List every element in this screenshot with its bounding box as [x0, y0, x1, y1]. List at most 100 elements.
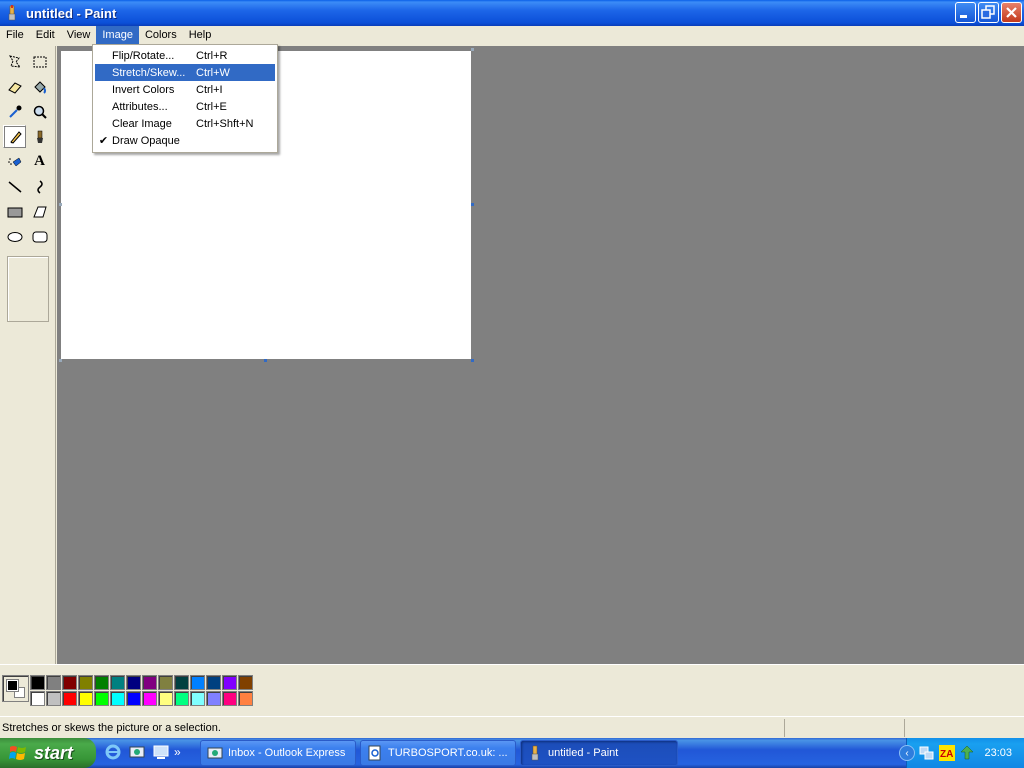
title-bar[interactable]: untitled - Paint [0, 0, 1024, 26]
color-swatch[interactable] [78, 675, 93, 690]
current-colors[interactable] [2, 675, 29, 702]
pencil-icon [9, 130, 22, 144]
taskbar-item-outlook[interactable]: Inbox - Outlook Express [200, 740, 356, 766]
menu-item-stretch-skew[interactable]: Stretch/Skew... Ctrl+W [95, 64, 275, 81]
magnifier-icon [33, 105, 47, 119]
menu-item-flip-rotate[interactable]: Flip/Rotate... Ctrl+R [95, 47, 275, 64]
ie-page-icon [368, 745, 381, 761]
tool-rounded-rectangle[interactable] [28, 225, 51, 248]
color-swatch[interactable] [190, 675, 205, 690]
tool-rectangle[interactable] [3, 200, 26, 223]
paint-icon [531, 745, 539, 761]
color-swatch[interactable] [78, 691, 93, 706]
color-swatch[interactable] [142, 691, 157, 706]
tool-polygon[interactable] [28, 200, 51, 223]
tool-curve[interactable] [28, 175, 51, 198]
tool-airbrush[interactable] [3, 150, 26, 173]
color-swatch[interactable] [30, 675, 45, 690]
color-swatch[interactable] [126, 691, 141, 706]
taskbar-item-turbosport[interactable]: TURBOSPORT.co.uk: ... [360, 740, 516, 766]
menu-view[interactable]: View [61, 26, 97, 44]
network-icon[interactable] [919, 745, 935, 761]
menu-item-attributes[interactable]: Attributes... Ctrl+E [95, 98, 275, 115]
airbrush-icon [7, 157, 21, 166]
windows-logo-icon [9, 746, 26, 760]
menu-help[interactable]: Help [183, 26, 218, 44]
restore-icon [981, 5, 995, 19]
color-swatch[interactable] [174, 675, 189, 690]
tool-options-panel[interactable] [7, 256, 49, 322]
tool-line[interactable] [3, 175, 26, 198]
foreground-color[interactable] [7, 680, 18, 691]
color-swatch[interactable] [46, 675, 61, 690]
menu-item-clear-image[interactable]: Clear Image Ctrl+Shft+N [95, 115, 275, 132]
color-swatch[interactable] [142, 675, 157, 690]
color-swatch[interactable] [222, 691, 237, 706]
toolbox: A [0, 46, 56, 664]
color-swatch[interactable] [46, 691, 61, 706]
pick-color-icon [8, 105, 21, 118]
restore-button[interactable] [978, 2, 999, 23]
tool-fill-with-color[interactable] [28, 75, 51, 98]
color-swatch[interactable] [62, 675, 77, 690]
menu-edit[interactable]: Edit [30, 26, 61, 44]
color-swatch[interactable] [94, 675, 109, 690]
taskbar: start » Inbox - Outlook Express TURBOSPO… [0, 738, 1024, 768]
tool-select[interactable] [28, 50, 51, 73]
internet-explorer-icon[interactable] [104, 743, 122, 761]
clock[interactable]: 23:03 [984, 747, 1012, 759]
color-swatch[interactable] [206, 675, 221, 690]
show-hidden-icons-icon[interactable]: ‹ [899, 745, 915, 761]
menu-file[interactable]: File [0, 26, 30, 44]
color-swatch[interactable] [206, 691, 221, 706]
rectangle-icon [7, 207, 22, 217]
tool-pencil[interactable] [3, 125, 26, 148]
start-button[interactable]: start [0, 738, 96, 768]
color-swatch[interactable] [238, 691, 253, 706]
minimize-button[interactable] [955, 2, 976, 23]
zonealarm-icon[interactable]: ZA [939, 745, 955, 761]
color-swatch[interactable] [158, 675, 173, 690]
tool-pick-color[interactable] [3, 100, 26, 123]
tool-text[interactable]: A [28, 150, 51, 173]
tool-magnifier[interactable] [28, 100, 51, 123]
color-swatch[interactable] [126, 675, 141, 690]
show-desktop-icon[interactable] [152, 743, 170, 761]
eraser-icon [7, 81, 22, 94]
menu-item-invert-colors[interactable]: Invert Colors Ctrl+I [95, 81, 275, 98]
menu-colors[interactable]: Colors [139, 26, 183, 44]
menu-image[interactable]: Image [96, 26, 139, 44]
close-button[interactable] [1001, 2, 1022, 23]
color-swatch[interactable] [94, 691, 109, 706]
tool-ellipse[interactable] [3, 225, 26, 248]
status-bar: Stretches or skews the picture or a sele… [0, 716, 1024, 738]
outlook-express-icon[interactable] [128, 743, 146, 761]
color-swatch[interactable] [190, 691, 205, 706]
tool-free-form-select[interactable] [3, 50, 26, 73]
color-swatch[interactable] [238, 675, 253, 690]
menu-item-draw-opaque[interactable]: ✔ Draw Opaque [95, 132, 275, 149]
tool-brush[interactable] [28, 125, 51, 148]
resize-handle-right[interactable] [471, 203, 474, 206]
handle-top-right [471, 48, 474, 51]
resize-handle-corner[interactable] [471, 359, 474, 362]
handle-left [59, 203, 62, 206]
color-swatch[interactable] [174, 691, 189, 706]
close-icon [1006, 7, 1017, 18]
outlook-express-icon [207, 747, 223, 759]
brush-icon [36, 130, 43, 143]
color-swatch[interactable] [158, 691, 173, 706]
rounded-rectangle-icon [32, 231, 47, 242]
quick-launch-more-icon[interactable]: » [174, 745, 181, 759]
color-swatch[interactable] [110, 691, 125, 706]
color-swatch[interactable] [110, 675, 125, 690]
tool-eraser[interactable] [3, 75, 26, 98]
color-swatch[interactable] [30, 691, 45, 706]
text-icon: A [34, 153, 45, 169]
ellipse-icon [7, 231, 22, 242]
color-swatch[interactable] [222, 675, 237, 690]
update-icon[interactable] [959, 745, 975, 761]
color-swatch[interactable] [62, 691, 77, 706]
resize-handle-bottom[interactable] [264, 359, 267, 362]
taskbar-item-paint[interactable]: untitled - Paint [520, 740, 678, 766]
